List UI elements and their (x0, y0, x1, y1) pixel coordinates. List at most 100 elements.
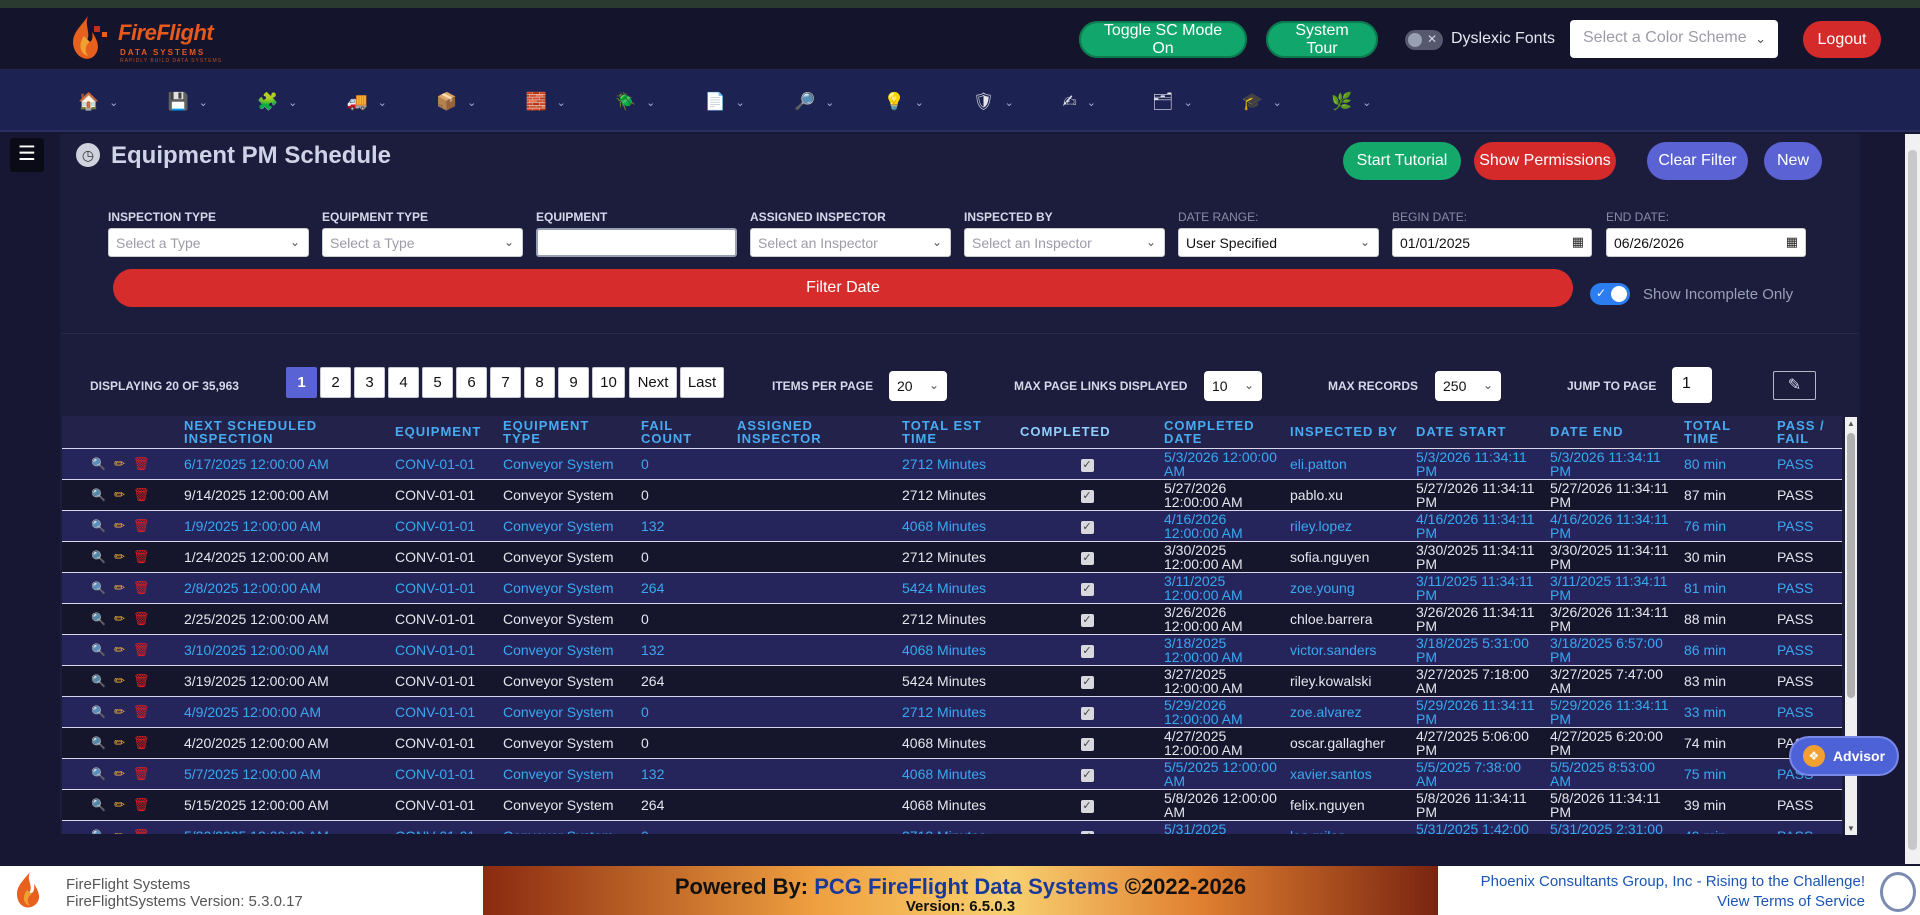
table-row[interactable]: 🔍 ✏ 🗑 1/9/2025 12:00:00 AM CONV-01-01 Conveyo… (62, 510, 1842, 541)
table-scrollbar-thumb[interactable] (1847, 433, 1855, 698)
page-link-9[interactable]: 9 (558, 367, 589, 398)
nav-menu-graduation[interactable]: 🎓 ⌄ (1242, 90, 1282, 114)
equipment-input[interactable] (536, 228, 737, 257)
edit-pencil-icon[interactable]: ✏ (114, 766, 125, 781)
column-header[interactable]: PASS / FAIL (1772, 416, 1842, 448)
column-header[interactable]: INSPECTED BY (1285, 416, 1411, 448)
column-header[interactable]: TOTAL EST TIME (897, 416, 1015, 448)
nav-menu-lightbulb[interactable]: 💡 ⌄ (884, 90, 924, 114)
nav-menu-truck[interactable]: 🚚 ⌄ (347, 90, 387, 114)
view-magnifier-icon[interactable]: 🔍 (91, 767, 106, 781)
table-row[interactable]: 🔍 ✏ 🗑 2/8/2025 12:00:00 AM CONV-01-01 Conveyo… (62, 572, 1842, 603)
completed-checkbox[interactable]: ✓ (1080, 582, 1094, 596)
column-header[interactable]: FAIL COUNT (636, 416, 732, 448)
column-header[interactable]: EQUIPMENT TYPE (498, 416, 636, 448)
delete-trash-icon[interactable]: 🗑 (133, 673, 150, 688)
view-magnifier-icon[interactable]: 🔍 (91, 488, 106, 502)
page-link-8[interactable]: 8 (524, 367, 555, 398)
completed-checkbox[interactable]: ✓ (1080, 489, 1094, 503)
clear-filter-button[interactable]: Clear Filter (1647, 142, 1748, 180)
edit-pencil-icon[interactable]: ✏ (114, 735, 125, 750)
edit-pencil-icon[interactable]: ✏ (114, 518, 125, 533)
column-header[interactable]: COMPLETED DATE (1159, 416, 1285, 448)
completed-checkbox[interactable]: ✓ (1080, 458, 1094, 472)
terms-of-service-link[interactable]: View Terms of Service (1717, 893, 1865, 910)
nav-menu-puzzle[interactable]: 🧩 ⌄ (257, 90, 297, 114)
edit-pencil-icon[interactable]: ✏ (114, 704, 125, 719)
nav-menu-moth[interactable]: 🪲 ⌄ (615, 90, 655, 114)
edit-pencil-icon[interactable]: ✏ (114, 456, 125, 471)
view-magnifier-icon[interactable]: 🔍 (91, 457, 106, 471)
calendar-icon[interactable]: ▦ (1786, 234, 1798, 250)
next-page-button[interactable]: Next (629, 367, 677, 398)
last-page-button[interactable]: Last (680, 367, 724, 398)
view-magnifier-icon[interactable]: 🔍 (91, 705, 106, 719)
nav-menu-shield[interactable]: 🛡 ⌄ (973, 90, 1014, 114)
nav-menu-writing-hand[interactable]: ✍ ⌄ (1063, 90, 1096, 114)
completed-checkbox[interactable]: ✓ (1080, 737, 1094, 751)
page-scrollbar[interactable] (1905, 134, 1920, 864)
scroll-up-icon[interactable]: ▲ (1847, 419, 1855, 428)
advisor-button[interactable]: ❖ Advisor (1789, 736, 1899, 776)
delete-trash-icon[interactable]: 🗑 (133, 828, 150, 834)
page-link-3[interactable]: 3 (354, 367, 385, 398)
nav-menu-brick[interactable]: 🧱 ⌄ (526, 90, 566, 114)
jump-to-page-input[interactable]: 1 (1672, 367, 1712, 403)
column-header[interactable]: COMPLETED (1015, 416, 1159, 448)
page-link-10[interactable]: 10 (592, 367, 625, 398)
delete-trash-icon[interactable]: 🗑 (133, 518, 150, 533)
toggle-sc-mode-button[interactable]: Toggle SC Mode On (1079, 21, 1247, 58)
fireflight-logo[interactable]: FireFlight DATA SYSTEMS RAPIDLY BUILD DA… (62, 12, 242, 66)
table-row[interactable]: 🔍 ✏ 🗑 3/10/2025 12:00:00 AM CONV-01-01 Convey… (62, 634, 1842, 665)
delete-trash-icon[interactable]: 🗑 (133, 766, 150, 781)
completed-checkbox[interactable]: ✓ (1080, 830, 1094, 834)
edit-pencil-icon[interactable]: ✏ (114, 642, 125, 657)
nav-menu-magnifier[interactable]: 🔎 ⌄ (794, 90, 834, 114)
dyslexic-fonts-toggle[interactable]: ✕ (1405, 30, 1443, 50)
table-row[interactable]: 🔍 ✏ 🗑 6/17/2025 12:00:00 AM CONV-01-01 Convey… (62, 448, 1842, 479)
page-link-4[interactable]: 4 (388, 367, 419, 398)
table-row[interactable]: 🔍 ✏ 🗑 3/19/2025 12:00:00 AM CONV-01-01 Convey… (62, 665, 1842, 696)
footer-company-link[interactable]: Phoenix Consultants Group, Inc - Rising … (1481, 873, 1865, 890)
column-header[interactable]: EQUIPMENT (390, 416, 498, 448)
eraser-icon[interactable]: ✎ (1773, 371, 1816, 400)
nav-menu-leaf[interactable]: 🌿 ⌄ (1331, 90, 1371, 114)
page-link-2[interactable]: 2 (320, 367, 351, 398)
end-date-input[interactable]: 06/26/2026 ▦ (1606, 228, 1806, 257)
delete-trash-icon[interactable]: 🗑 (133, 549, 150, 564)
max-records-select[interactable]: 250 ⌄ (1435, 371, 1501, 401)
table-row[interactable]: 🔍 ✏ 🗑 4/9/2025 12:00:00 AM CONV-01-01 Conveyo… (62, 696, 1842, 727)
completed-checkbox[interactable]: ✓ (1080, 675, 1094, 689)
nav-menu-tabs[interactable]: 🗂 ⌄ (1152, 90, 1193, 114)
completed-checkbox[interactable]: ✓ (1080, 520, 1094, 534)
max-links-select[interactable]: 10 ⌄ (1204, 371, 1262, 401)
table-row[interactable]: 🔍 ✏ 🗑 5/15/2025 12:00:00 AM CONV-01-01 Convey… (62, 789, 1842, 820)
column-header[interactable]: DATE END (1545, 416, 1679, 448)
delete-trash-icon[interactable]: 🗑 (133, 580, 150, 595)
completed-checkbox[interactable]: ✓ (1080, 551, 1094, 565)
completed-checkbox[interactable]: ✓ (1080, 644, 1094, 658)
delete-trash-icon[interactable]: 🗑 (133, 704, 150, 719)
column-header[interactable]: DATE START (1411, 416, 1545, 448)
column-header[interactable]: TOTAL TIME (1679, 416, 1772, 448)
inspection-type-select[interactable]: Select a Type ⌄ (108, 228, 309, 257)
view-magnifier-icon[interactable]: 🔍 (91, 519, 106, 533)
system-tour-button[interactable]: System Tour (1266, 21, 1378, 58)
begin-date-input[interactable]: 01/01/2025 ▦ (1392, 228, 1592, 257)
equipment-type-select[interactable]: Select a Type ⌄ (322, 228, 523, 257)
table-row[interactable]: 🔍 ✏ 🗑 4/20/2025 12:00:00 AM CONV-01-01 Convey… (62, 727, 1842, 758)
table-row[interactable]: 🔍 ✏ 🗑 5/7/2025 12:00:00 AM CONV-01-01 Conveyo… (62, 758, 1842, 789)
completed-checkbox[interactable]: ✓ (1080, 706, 1094, 720)
edit-pencil-icon[interactable]: ✏ (114, 549, 125, 564)
table-row[interactable]: 🔍 ✏ 🗑 9/14/2025 12:00:00 AM CONV-01-01 Convey… (62, 479, 1842, 510)
view-magnifier-icon[interactable]: 🔍 (91, 581, 106, 595)
new-button[interactable]: New (1764, 142, 1822, 180)
completed-checkbox[interactable]: ✓ (1080, 613, 1094, 627)
delete-trash-icon[interactable]: 🗑 (133, 611, 150, 626)
nav-menu-home[interactable]: 🏠 ⌄ (78, 90, 118, 114)
items-per-page-select[interactable]: 20 ⌄ (889, 371, 947, 401)
column-header[interactable]: NEXT SCHEDULED INSPECTION (179, 416, 390, 448)
nav-menu-save[interactable]: 💾 ⌄ (168, 90, 208, 114)
view-magnifier-icon[interactable]: 🔍 (91, 798, 106, 812)
column-header[interactable]: ASSIGNED INSPECTOR (732, 416, 897, 448)
